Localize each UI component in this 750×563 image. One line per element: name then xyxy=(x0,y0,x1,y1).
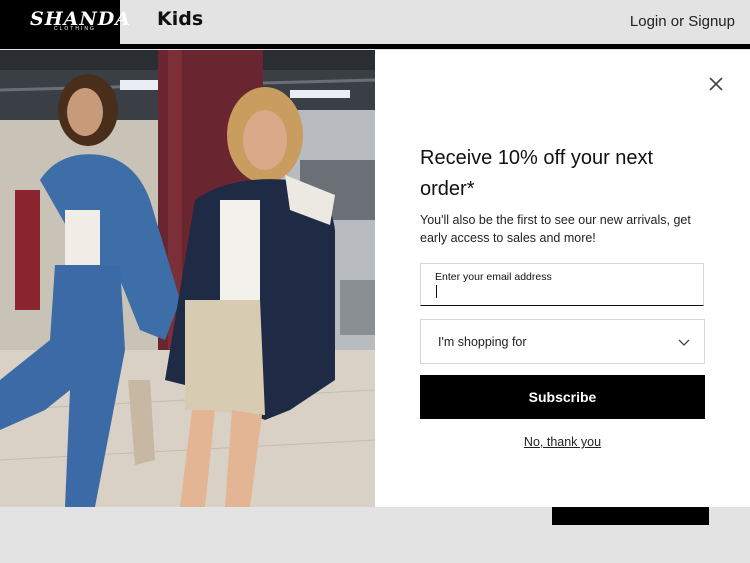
kids-logo[interactable]: Kids xyxy=(157,8,203,30)
login-signup-link[interactable]: Login or Signup xyxy=(630,13,735,30)
close-icon xyxy=(709,77,723,91)
close-button[interactable] xyxy=(707,75,725,93)
brand-subtitle: CLOTHING xyxy=(54,26,96,32)
text-caret xyxy=(436,285,437,298)
decline-link[interactable]: No, thank you xyxy=(420,435,705,449)
brand-logo-block[interactable]: SHANDA CLOTHING xyxy=(0,0,130,49)
subscribe-button[interactable]: Subscribe xyxy=(420,375,705,419)
header-divider xyxy=(120,44,750,49)
site-header: SHANDA CLOTHING Kids Login or Signup xyxy=(0,0,750,49)
email-label: Enter your email address xyxy=(435,271,552,283)
background-button xyxy=(552,507,709,525)
popup-headline: Receive 10% off your next order* xyxy=(420,147,654,200)
email-field[interactable]: Enter your email address xyxy=(420,263,704,306)
chevron-down-icon xyxy=(678,339,690,346)
popup-subtext: You'll also be the first to see our new … xyxy=(420,213,691,245)
shopping-for-label: I'm shopping for xyxy=(438,335,527,349)
hero-photo-illustration xyxy=(0,50,375,507)
hero-photo xyxy=(0,50,375,507)
email-input[interactable] xyxy=(435,285,690,301)
shopping-for-select[interactable]: I'm shopping for xyxy=(420,319,705,364)
